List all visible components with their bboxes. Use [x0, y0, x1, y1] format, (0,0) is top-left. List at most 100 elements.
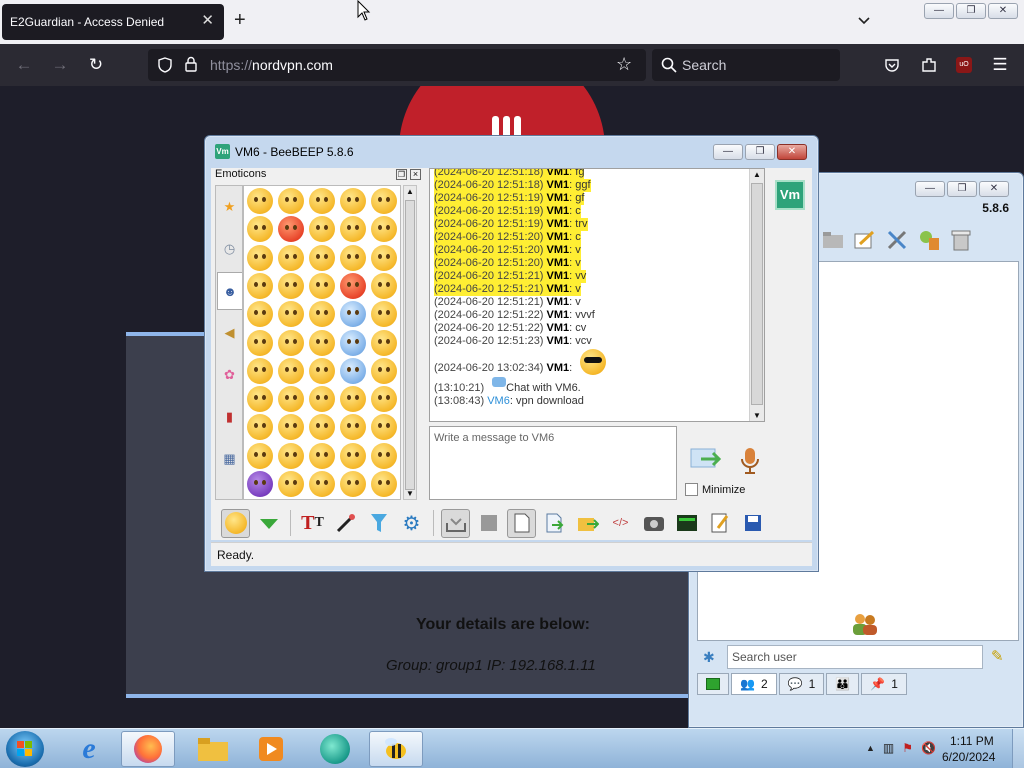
font-button[interactable]: TT: [298, 509, 327, 538]
filter-button[interactable]: [364, 509, 393, 538]
emoticon-scrollbar[interactable]: ▲ ▼: [403, 185, 417, 500]
emoticon-item[interactable]: [340, 386, 366, 413]
emoticon-item[interactable]: [278, 329, 304, 356]
send-folder-button[interactable]: [573, 509, 602, 538]
emoticon-item[interactable]: [340, 414, 366, 441]
emoticon-item[interactable]: [371, 357, 397, 384]
explorer-taskbar-button[interactable]: [186, 731, 240, 767]
start-button[interactable]: [6, 731, 44, 767]
emoticon-item[interactable]: [309, 442, 335, 469]
emoticon-item[interactable]: [247, 244, 273, 271]
emoticon-item[interactable]: [309, 301, 335, 328]
clear-chat-button[interactable]: [474, 509, 503, 538]
receive-button[interactable]: [254, 509, 283, 538]
shield-icon[interactable]: [157, 57, 173, 73]
emoticon-item[interactable]: [309, 357, 335, 384]
emoticons-button[interactable]: [221, 508, 250, 538]
emoticon-item[interactable]: [340, 357, 366, 384]
internet-explorer-taskbar-button[interactable]: e: [62, 731, 116, 767]
tab-groups[interactable]: 👪: [826, 673, 860, 695]
emoticon-item[interactable]: [247, 216, 273, 243]
restore-button[interactable]: ❐: [947, 181, 977, 197]
emoticon-item[interactable]: [309, 414, 335, 441]
emoticon-item[interactable]: [247, 471, 273, 497]
flag-icon[interactable]: ⚑: [902, 741, 913, 755]
settings-button[interactable]: ⚙: [397, 509, 426, 538]
favorites-category-icon[interactable]: ★: [217, 188, 242, 226]
firefox-taskbar-button[interactable]: [121, 731, 175, 767]
emoticon-item[interactable]: [371, 301, 397, 328]
emoticon-item[interactable]: [278, 471, 304, 497]
emoticon-item[interactable]: [247, 414, 273, 441]
tab-close-button[interactable]: ✕: [201, 13, 214, 29]
places-category-icon[interactable]: ▮: [217, 398, 242, 436]
emoticon-item[interactable]: [278, 272, 304, 299]
beebeep-taskbar-button[interactable]: [369, 731, 423, 767]
volume-muted-icon[interactable]: 🔇: [921, 741, 936, 755]
nature-category-icon[interactable]: ✿: [217, 356, 242, 394]
close-button[interactable]: ✕: [988, 3, 1018, 19]
emoticon-item[interactable]: [278, 244, 304, 271]
emoticon-item[interactable]: [247, 301, 273, 328]
lock-icon[interactable]: [184, 56, 198, 73]
tab-users[interactable]: 👥 2: [731, 673, 777, 695]
search-box[interactable]: Search: [652, 49, 840, 81]
emoticon-item[interactable]: [371, 471, 397, 497]
emoticon-item[interactable]: [309, 216, 335, 243]
emoticon-item[interactable]: [247, 357, 273, 384]
emoticon-item[interactable]: [309, 386, 335, 413]
emoticon-item[interactable]: [278, 386, 304, 413]
user-avatar[interactable]: Vm: [775, 180, 805, 210]
back-icon[interactable]: ←: [14, 55, 34, 75]
emoticon-item[interactable]: [371, 216, 397, 243]
save-button[interactable]: [738, 509, 767, 538]
emoticon-item[interactable]: [340, 216, 366, 243]
tab-shares[interactable]: 📌 1: [861, 673, 907, 695]
close-button[interactable]: ✕: [777, 144, 807, 160]
clock-time[interactable]: 1:11 PM: [950, 734, 994, 748]
scroll-down-icon[interactable]: ▼: [753, 411, 761, 420]
send-file-button[interactable]: [540, 509, 569, 538]
menu-icon[interactable]: ☰: [990, 55, 1010, 75]
new-tab-button[interactable]: +: [234, 10, 246, 30]
network-icon[interactable]: [915, 226, 943, 254]
reload-icon[interactable]: ↻: [86, 55, 106, 75]
tab-chats[interactable]: 💬 1: [778, 673, 825, 695]
scroll-up-icon[interactable]: ▲: [406, 187, 414, 196]
emoticon-item[interactable]: [247, 188, 273, 214]
restore-button[interactable]: ❐: [745, 144, 775, 160]
edit-profile-icon[interactable]: [851, 226, 879, 254]
emoticon-item[interactable]: [309, 244, 335, 271]
scroll-up-icon[interactable]: ▲: [753, 170, 761, 179]
minimize-checkbox[interactable]: [685, 483, 698, 496]
search-user-input[interactable]: Search user: [727, 645, 983, 669]
scroll-thumb[interactable]: [751, 183, 763, 405]
scroll-thumb[interactable]: [405, 200, 415, 490]
folder-icon[interactable]: [819, 226, 847, 254]
people-category-icon[interactable]: ☻: [217, 272, 242, 310]
remote-desktop-taskbar-button[interactable]: [308, 731, 362, 767]
chat-log-scrollbar[interactable]: ▲ ▼: [749, 169, 764, 421]
undock-icon[interactable]: ❐: [396, 169, 407, 180]
close-panel-icon[interactable]: ×: [410, 169, 421, 180]
send-icon[interactable]: [689, 446, 721, 472]
tools-icon[interactable]: [883, 226, 911, 254]
emoticon-item[interactable]: [371, 272, 397, 299]
emoticon-item[interactable]: [371, 188, 397, 214]
emoticon-item[interactable]: [309, 272, 335, 299]
html-button[interactable]: </>: [606, 509, 635, 538]
emoticon-item[interactable]: [247, 386, 273, 413]
show-hidden-icons-icon[interactable]: ▲: [866, 743, 875, 755]
emoticon-item[interactable]: [278, 188, 304, 214]
network-icon[interactable]: ▥: [883, 741, 894, 755]
save-chat-button[interactable]: [441, 508, 470, 538]
microphone-icon[interactable]: [739, 446, 761, 476]
emoticon-item[interactable]: [278, 216, 304, 243]
emoticon-item[interactable]: [309, 329, 335, 356]
emoticon-item[interactable]: [309, 471, 335, 497]
browser-tab-active[interactable]: E2Guardian - Access Denied ✕: [2, 4, 224, 40]
extensions-icon[interactable]: [920, 56, 938, 74]
emoticon-item[interactable]: [278, 442, 304, 469]
emoticon-item[interactable]: [371, 414, 397, 441]
emoticon-item[interactable]: [247, 329, 273, 356]
